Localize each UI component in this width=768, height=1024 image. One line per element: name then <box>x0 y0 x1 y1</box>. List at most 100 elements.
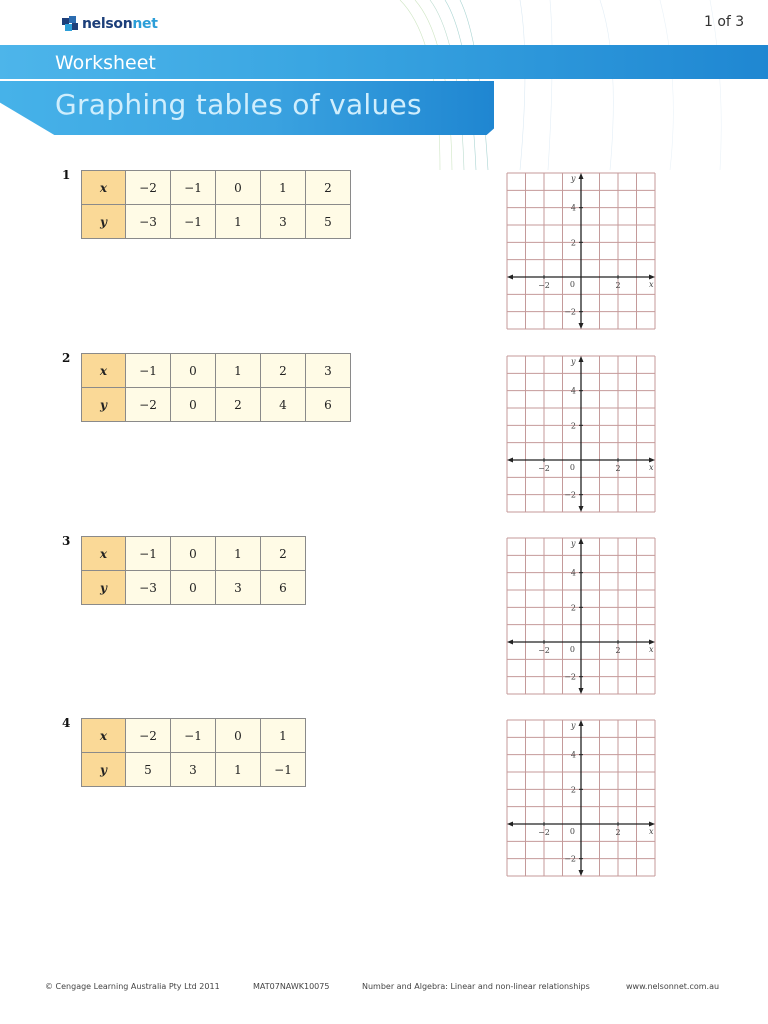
y-tick-label: 4 <box>571 569 576 578</box>
nelsonnet-logo: nelsonnet <box>60 13 158 35</box>
y-tick-label: −2 <box>564 308 576 317</box>
table-cell-y: 3 <box>215 570 261 605</box>
x-axis-left-arrow-icon <box>507 821 513 827</box>
footer-topic: Number and Algebra: Linear and non-linea… <box>362 982 590 991</box>
x-axis-right-arrow-icon <box>649 639 655 645</box>
y-tick-label: 2 <box>571 421 576 430</box>
page-title: Graphing tables of values <box>55 88 422 121</box>
page-indicator: 1 of 3 <box>704 14 745 30</box>
row-header-x: x <box>81 536 126 571</box>
x-axis-right-arrow-icon <box>649 821 655 827</box>
coordinate-grid[interactable]: −2 2 4 2 −2 0 x y <box>506 537 662 699</box>
x-axis-label: x <box>649 827 654 836</box>
table-row-y: y 5 3 1 −1 <box>81 752 306 787</box>
table-cell-y: 1 <box>215 204 261 239</box>
coordinate-grid[interactable]: −2 2 4 2 −2 0 x y <box>506 355 662 517</box>
x-axis-right-arrow-icon <box>649 274 655 280</box>
y-axis-label: y <box>570 174 576 183</box>
y-tick-label: 4 <box>571 204 576 213</box>
row-header-x: x <box>81 353 126 388</box>
y-tick-label: 2 <box>571 785 576 794</box>
row-header-x: x <box>81 718 126 753</box>
table-cell-y: 2 <box>215 387 261 422</box>
table-cell-x: −1 <box>125 353 171 388</box>
table-cell-x: 0 <box>215 718 261 753</box>
y-tick-label: 2 <box>571 603 576 612</box>
y-tick-label: 2 <box>571 238 576 247</box>
table-of-values: x −1 0 1 2 3 y −2 0 2 4 6 <box>81 353 351 422</box>
y-tick-label: 4 <box>571 387 576 396</box>
x-tick-label: −2 <box>538 464 550 473</box>
question-number: 4 <box>62 716 71 730</box>
question-number: 3 <box>62 534 71 548</box>
table-of-values: x −1 0 1 2 y −3 0 3 6 <box>81 536 306 605</box>
table-cell-x: 2 <box>260 353 306 388</box>
logo-text-part1: nelson <box>82 16 133 32</box>
x-axis-label: x <box>649 645 654 654</box>
table-cell-y: −3 <box>125 204 171 239</box>
y-axis-down-arrow-icon <box>578 688 584 694</box>
table-of-values: x −2 −1 0 1 y 5 3 1 −1 <box>81 718 306 787</box>
question-number: 1 <box>62 168 71 182</box>
logo-cube-icon <box>62 16 78 31</box>
footer-website: www.nelsonnet.com.au <box>626 982 720 991</box>
y-axis-label: y <box>570 357 576 366</box>
x-axis-left-arrow-icon <box>507 457 513 463</box>
row-header-x: x <box>81 170 126 205</box>
x-tick-label: 2 <box>615 828 620 837</box>
origin-label: 0 <box>570 463 575 472</box>
table-cell-x: −1 <box>170 170 216 205</box>
y-axis-label: y <box>570 539 576 548</box>
table-cell-x: −1 <box>170 718 216 753</box>
y-axis-label: y <box>570 721 576 730</box>
table-cell-x: 1 <box>260 718 306 753</box>
x-tick-label: −2 <box>538 828 550 837</box>
table-row-x: x −1 0 1 2 3 <box>81 353 351 388</box>
table-of-values: x −2 −1 0 1 2 y −3 −1 1 3 5 <box>81 170 351 239</box>
table-cell-x: 0 <box>215 170 261 205</box>
footer-copyright: © Cengage Learning Australia Pty Ltd 201… <box>45 982 220 991</box>
x-axis-label: x <box>649 280 654 289</box>
table-cell-y: 6 <box>260 570 306 605</box>
table-cell-x: 2 <box>305 170 351 205</box>
table-row-y: y −3 0 3 6 <box>81 570 306 605</box>
table-cell-x: 1 <box>215 536 261 571</box>
row-header-y: y <box>81 570 126 605</box>
table-cell-x: 0 <box>170 353 216 388</box>
table-cell-x: 2 <box>260 536 306 571</box>
y-tick-label: −2 <box>564 491 576 500</box>
y-tick-label: −2 <box>564 673 576 682</box>
x-tick-label: −2 <box>538 281 550 290</box>
x-axis-left-arrow-icon <box>507 274 513 280</box>
y-axis-up-arrow-icon <box>578 173 584 179</box>
table-cell-y: 5 <box>125 752 171 787</box>
table-cell-y: 3 <box>260 204 306 239</box>
origin-label: 0 <box>570 827 575 836</box>
table-cell-y: −1 <box>260 752 306 787</box>
coordinate-grid[interactable]: −2 2 4 2 −2 0 x y <box>506 172 662 334</box>
y-axis-up-arrow-icon <box>578 538 584 544</box>
table-cell-x: 1 <box>215 353 261 388</box>
logo-text-part2: net <box>132 16 158 32</box>
y-axis-up-arrow-icon <box>578 720 584 726</box>
table-cell-y: −3 <box>125 570 171 605</box>
x-tick-label: −2 <box>538 646 550 655</box>
x-axis-label: x <box>649 463 654 472</box>
y-axis-up-arrow-icon <box>578 356 584 362</box>
table-cell-y: −1 <box>170 204 216 239</box>
y-axis-down-arrow-icon <box>578 870 584 876</box>
table-row-y: y −3 −1 1 3 5 <box>81 204 351 239</box>
origin-label: 0 <box>570 645 575 654</box>
row-header-y: y <box>81 752 126 787</box>
logo-text: nelsonnet <box>82 16 158 32</box>
y-tick-label: −2 <box>564 855 576 864</box>
table-cell-y: −2 <box>125 387 171 422</box>
coordinate-grid[interactable]: −2 2 4 2 −2 0 x y <box>506 719 662 881</box>
table-cell-y: 5 <box>305 204 351 239</box>
table-cell-x: −2 <box>125 170 171 205</box>
x-tick-label: 2 <box>615 281 620 290</box>
x-tick-label: 2 <box>615 646 620 655</box>
x-axis-right-arrow-icon <box>649 457 655 463</box>
x-axis-left-arrow-icon <box>507 639 513 645</box>
y-axis-down-arrow-icon <box>578 323 584 329</box>
